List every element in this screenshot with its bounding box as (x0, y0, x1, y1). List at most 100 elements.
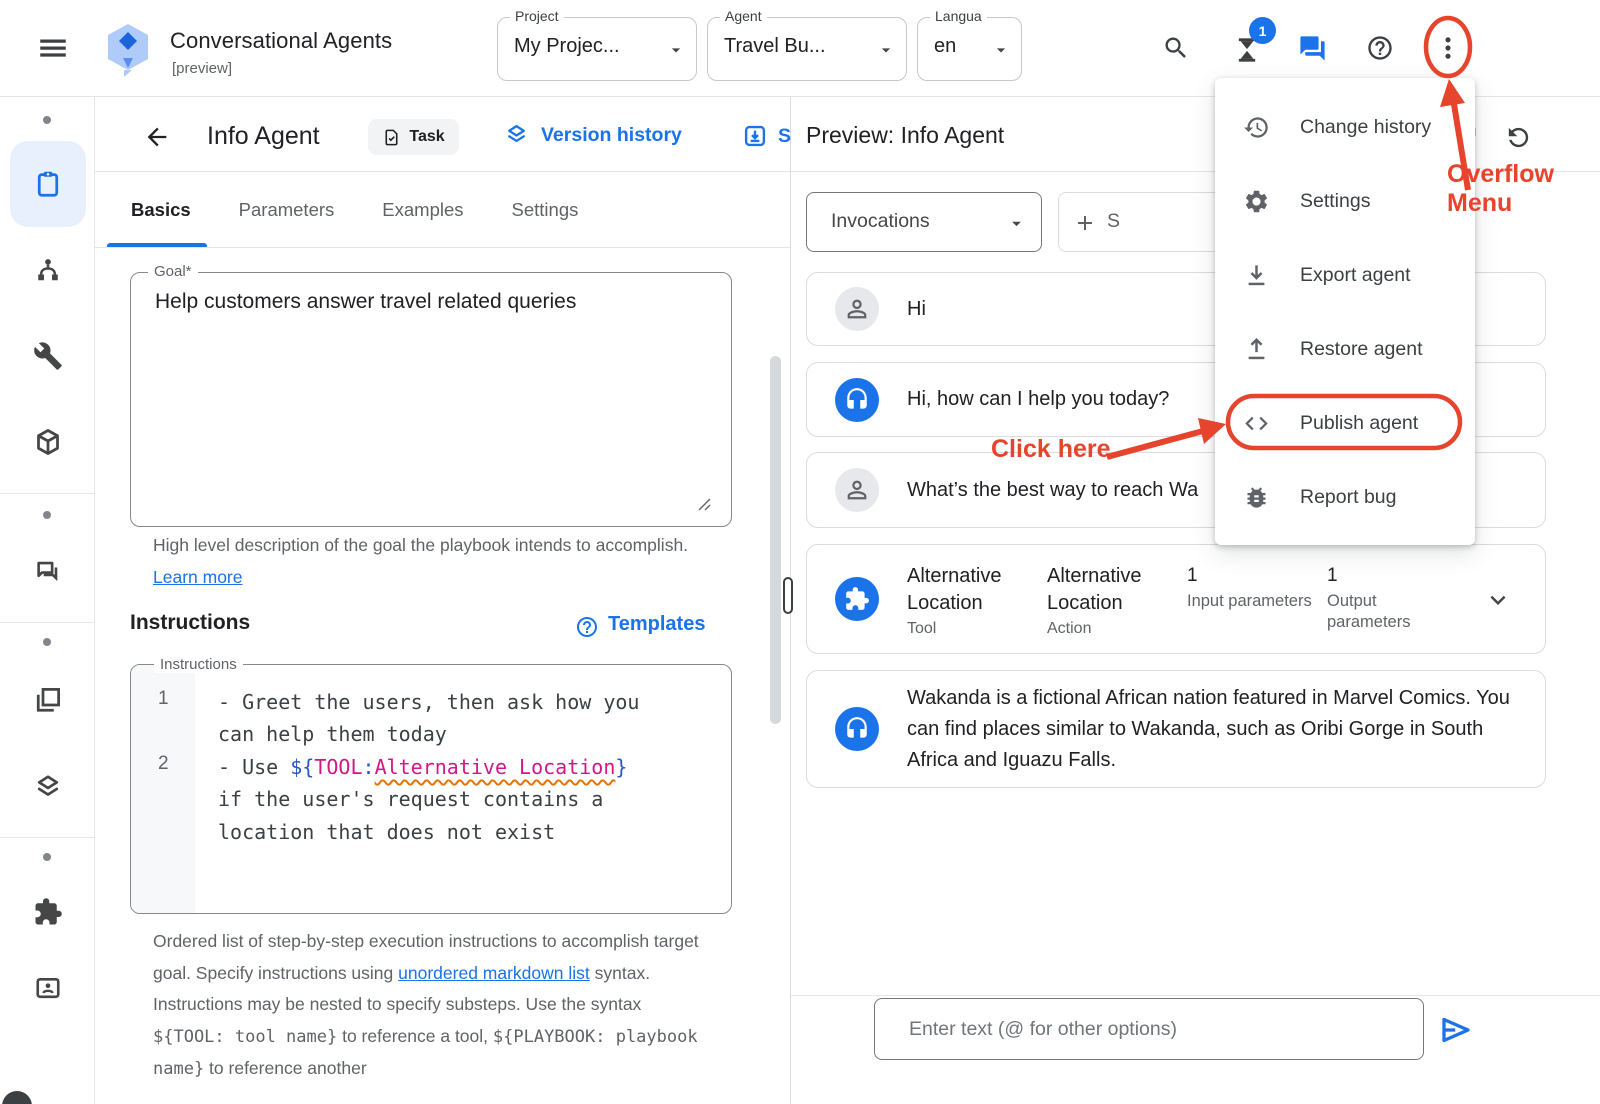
hamburger-menu-button[interactable] (36, 31, 70, 65)
package-icon (33, 427, 63, 457)
menu-item-label: Change history (1300, 116, 1431, 139)
back-button[interactable] (143, 123, 171, 151)
code-text: - Greet the users, then ask how you can … (218, 690, 639, 746)
app-logo-icon (104, 22, 152, 78)
plus-icon (1073, 211, 1097, 235)
menu-item-report-bug[interactable]: Report bug (1215, 460, 1475, 534)
layers-icon (33, 773, 63, 803)
headset-icon (844, 387, 870, 413)
invocations-dropdown[interactable]: Invocations (806, 192, 1042, 252)
notification-badge: 1 (1249, 17, 1276, 44)
question-icon[interactable] (575, 615, 599, 639)
project-dropdown[interactable]: Project My Projec... (497, 17, 697, 81)
tab-basics[interactable]: Basics (107, 172, 215, 247)
save-button[interactable]: S (742, 123, 791, 149)
action-name: Alternative Location (1047, 563, 1181, 617)
helper-segment: to reference a tool, (337, 1026, 493, 1046)
instructions-helper-text: Ordered list of step-by-step execution i… (153, 926, 710, 1086)
tab-settings[interactable]: Settings (488, 172, 603, 247)
overflow-menu: Change history Settings Export agent Res… (1215, 78, 1475, 545)
back-icon (143, 123, 171, 151)
app-subtitle: [preview] (172, 60, 232, 77)
search-icon (1162, 34, 1190, 62)
sidebar-item-integrations[interactable] (33, 427, 63, 457)
language-dropdown[interactable]: Langua en (917, 17, 1022, 81)
language-dropdown-label: Langua (930, 8, 987, 24)
tool-reference: Alternative Location (375, 755, 616, 779)
caret-down-icon (666, 40, 686, 60)
menu-item-settings[interactable]: Settings (1215, 164, 1475, 238)
instructions-code[interactable]: - Greet the users, then ask how you can … (218, 686, 660, 848)
message-text: Hi, how can I help you today? (907, 388, 1169, 411)
bug-icon (1243, 484, 1270, 511)
project-dropdown-value: My Projec... (514, 35, 620, 58)
agent-dropdown[interactable]: Agent Travel Bu... (707, 17, 907, 81)
partial-icon (2, 1091, 32, 1104)
person-icon (843, 295, 871, 323)
chat-input[interactable] (874, 998, 1424, 1060)
caret-down-icon (1006, 213, 1027, 234)
menu-item-export-agent[interactable]: Export agent (1215, 238, 1475, 312)
chevron-down-icon[interactable] (1483, 585, 1513, 615)
sidebar-item-tools[interactable] (33, 341, 63, 371)
reset-conversation-button[interactable] (1504, 123, 1533, 152)
code-text: if the user's request contains a locatio… (218, 787, 603, 843)
instruction-line-2: - Use ${TOOL:Alternative Location} if th… (218, 751, 660, 848)
app-title: Conversational Agents (170, 28, 392, 54)
output-params-column: 1 Output parameters (1327, 565, 1457, 633)
templates-link[interactable]: Templates (608, 613, 705, 636)
tab-examples[interactable]: Examples (358, 172, 487, 247)
menu-item-restore-agent[interactable]: Restore agent (1215, 312, 1475, 386)
action-column: Alternative Location Action (1047, 563, 1181, 638)
version-history-button[interactable]: Version history (504, 123, 682, 148)
markdown-list-link[interactable]: unordered markdown list (398, 963, 590, 983)
version-history-label: Version history (541, 124, 682, 147)
sidebar-item-versions[interactable] (33, 773, 63, 803)
help-icon (1366, 34, 1394, 62)
code-token: : (363, 755, 375, 779)
section-dot (43, 638, 51, 646)
navigation-sidebar (0, 97, 95, 1104)
agent-avatar (835, 378, 879, 422)
scrollbar-thumb[interactable] (770, 356, 781, 724)
goal-field-label: Goal* (148, 263, 198, 280)
code-text: - Use (218, 755, 290, 779)
divider (95, 247, 790, 248)
help-button[interactable] (1366, 34, 1394, 62)
instructions-heading: Instructions (130, 611, 250, 635)
agent-message-card: Wakanda is a fictional African nation fe… (806, 670, 1546, 788)
conversational-agents-app: Conversational Agents [preview] Project … (0, 0, 1600, 1104)
message-text: What’s the best way to reach Wa (907, 479, 1198, 502)
section-dot (43, 511, 51, 519)
menu-item-publish-agent[interactable]: Publish agent (1215, 386, 1475, 460)
panel-resize-handle[interactable] (783, 577, 793, 614)
sidebar-item-flows[interactable] (33, 255, 63, 285)
tab-parameters[interactable]: Parameters (215, 172, 359, 247)
resize-handle-icon[interactable] (696, 496, 712, 512)
menu-item-change-history[interactable]: Change history (1215, 90, 1475, 164)
upload-icon (1243, 336, 1270, 363)
overflow-menu-button[interactable] (1434, 34, 1462, 62)
user-avatar (835, 468, 879, 512)
search-button[interactable] (1162, 34, 1190, 62)
send-icon (1438, 1012, 1474, 1048)
menu-item-label: Publish agent (1300, 412, 1418, 435)
version-history-icon (504, 123, 529, 148)
conversation-icon (33, 557, 63, 587)
send-button[interactable] (1438, 1012, 1474, 1048)
learn-more-link[interactable]: Learn more (153, 567, 243, 587)
input-label: Input parameters (1187, 591, 1317, 612)
more-vert-icon (1434, 34, 1462, 62)
sidebar-item-contacts[interactable] (33, 973, 63, 1003)
sidebar-item-pages[interactable] (33, 685, 63, 715)
section-dot (43, 116, 51, 124)
sidebar-item-extensions[interactable] (33, 897, 63, 927)
agent-avatar (835, 707, 879, 751)
sidebar-item-playbooks[interactable] (33, 169, 63, 199)
menu-item-label: Restore agent (1300, 338, 1423, 361)
goal-field-value: Help customers answer travel related que… (155, 290, 725, 314)
flow-icon (33, 255, 63, 285)
sidebar-item-conversations[interactable] (33, 557, 63, 587)
gear-icon (1243, 188, 1270, 215)
conversations-button[interactable] (1298, 34, 1327, 63)
